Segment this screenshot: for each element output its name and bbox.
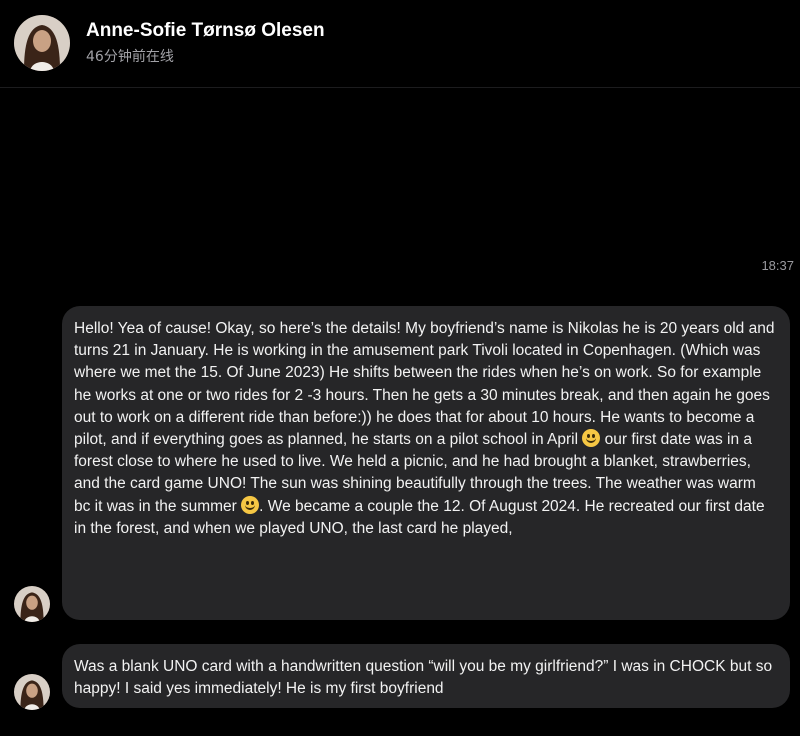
smiling-face-icon (241, 495, 260, 514)
message-text-part: Was a blank UNO card with a handwritten … (74, 658, 773, 698)
contact-name[interactable]: Anne-Sofie Tørnsø Olesen (86, 20, 325, 42)
profile-photo-icon (14, 15, 70, 71)
profile-photo-icon (14, 674, 50, 710)
sender-avatar[interactable] (14, 586, 50, 622)
last-seen-status: 46分钟前在线 (86, 49, 174, 65)
message-bubble[interactable]: Was a blank UNO card with a handwritten … (62, 644, 790, 708)
contact-avatar[interactable] (14, 15, 70, 71)
message-timestamp: 18:37 (761, 258, 794, 273)
message-text-part: Hello! Yea of cause! Okay, so here’s the… (74, 320, 775, 449)
message-bubble[interactable]: Hello! Yea of cause! Okay, so here’s the… (62, 306, 790, 620)
profile-photo-icon (14, 586, 50, 622)
chat-header: Anne-Sofie Tørnsø Olesen 46分钟前在线 (0, 0, 800, 88)
sender-avatar[interactable] (14, 674, 50, 710)
slightly-smiling-face-icon (582, 429, 601, 448)
